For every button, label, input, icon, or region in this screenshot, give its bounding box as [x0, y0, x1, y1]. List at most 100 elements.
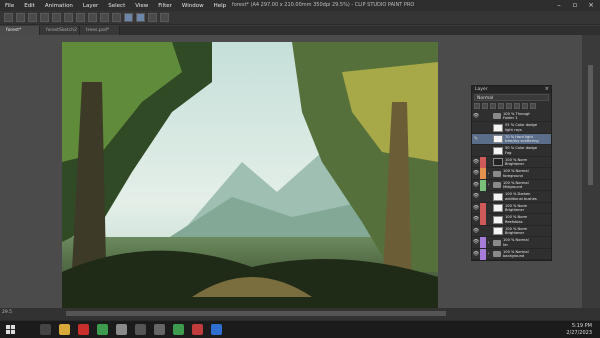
zoom-value[interactable]: 29.5	[2, 310, 12, 315]
visibility-eye-icon[interactable]: 👁	[472, 111, 480, 122]
menu-window[interactable]: Window	[177, 3, 209, 9]
lock-icon[interactable]	[498, 103, 504, 109]
clear-icon[interactable]	[64, 13, 73, 22]
layer-color-tag	[480, 122, 486, 133]
visibility-eye-icon[interactable]: 👁	[472, 237, 480, 248]
menu-file[interactable]: File	[0, 3, 19, 9]
fill-icon[interactable]	[76, 13, 85, 22]
layer-name: Folder 1	[503, 116, 518, 120]
redo-icon[interactable]	[52, 13, 61, 22]
tab-forest[interactable]: forest*	[0, 26, 40, 35]
clock-icon[interactable]	[154, 324, 165, 335]
clip-layer-icon[interactable]	[482, 103, 488, 109]
file-explorer-icon[interactable]	[59, 324, 70, 335]
layer-color-tag	[480, 111, 486, 122]
layer-row[interactable]: 👁 100 % Darken additional bushes	[472, 192, 551, 203]
visibility-eye-icon[interactable]	[472, 122, 480, 133]
new-folder-icon[interactable]	[522, 103, 528, 109]
visibility-eye-icon[interactable]: 👁	[472, 180, 480, 191]
expand-chevron-icon[interactable]: ›	[486, 240, 491, 246]
layer-row[interactable]: ✎ 70 % Hard light tree/sky scattering	[472, 134, 551, 145]
layer-row[interactable]: 👁 100 % Norm Brightener	[472, 202, 551, 214]
visibility-eye-icon[interactable]: 👁	[472, 168, 480, 179]
layer-row[interactable]: 👁 100 % Norm Reefxbias	[472, 214, 551, 226]
task-view-icon[interactable]	[40, 324, 51, 335]
maximize-button[interactable]: ▫	[570, 1, 580, 9]
layer-label: 100 % Normal far	[503, 238, 529, 246]
layer-row[interactable]: 👁 › 100 % Normal foreground	[472, 168, 551, 180]
layer-label: 100 % Norm Brightener	[505, 158, 527, 166]
system-clock[interactable]: 5:19 PM 2/27/2023	[566, 323, 592, 337]
delete-layer-icon[interactable]	[530, 103, 536, 109]
menu-animation[interactable]: Animation	[40, 3, 78, 9]
tab-forest-sketch[interactable]: forestSketch2	[40, 26, 80, 35]
horizontal-scroll-thumb[interactable]	[66, 311, 446, 316]
acrobat-icon[interactable]	[78, 324, 89, 335]
layer-menu-icon[interactable]	[474, 103, 480, 109]
vertical-scroll-thumb[interactable]	[588, 65, 593, 185]
menu-select[interactable]: Select	[103, 3, 130, 9]
layer-label: 100 % Norm Reefxbias	[505, 215, 527, 223]
tab-trees[interactable]: trees.psd*	[80, 26, 120, 35]
expand-chevron-icon[interactable]: ›	[486, 251, 491, 257]
layer-label: 55 % Color dodge light rays	[505, 123, 537, 131]
open-icon[interactable]	[16, 13, 25, 22]
layer-row[interactable]: 55 % Color dodge light rays	[472, 123, 551, 134]
chrome-icon[interactable]	[97, 324, 108, 335]
visibility-eye-icon[interactable]: 👁	[472, 157, 480, 168]
expand-chevron-icon[interactable]: ›	[486, 182, 491, 188]
transform-icon[interactable]	[88, 13, 97, 22]
layer-panel-header[interactable]: Layer ×	[472, 86, 551, 93]
red-app-icon[interactable]	[192, 324, 203, 335]
chrome-icon-2[interactable]	[173, 324, 184, 335]
expand-chevron-icon[interactable]: ›	[486, 171, 491, 177]
menu-layer[interactable]: Layer	[78, 3, 103, 9]
menu-help[interactable]: Help	[209, 3, 232, 9]
clip-studio-icon[interactable]	[116, 324, 127, 335]
layer-row[interactable]: 👁 › 100 % Normal Midground	[472, 179, 551, 191]
snap-special-icon[interactable]	[148, 13, 157, 22]
snap-grid-icon[interactable]	[136, 13, 145, 22]
new-icon[interactable]	[4, 13, 13, 22]
menu-edit[interactable]: Edit	[19, 3, 40, 9]
layer-row[interactable]: 👁 100 % Through Folder 1	[472, 111, 551, 122]
canvas-artwork[interactable]	[62, 42, 438, 308]
minimize-button[interactable]: –	[554, 1, 564, 9]
visibility-eye-icon[interactable]: 👁	[472, 226, 480, 237]
windows-start-icon[interactable]	[6, 325, 15, 334]
blend-mode-select[interactable]: Normal	[474, 94, 549, 101]
deselect-icon[interactable]	[100, 13, 109, 22]
camera-icon[interactable]	[135, 324, 146, 335]
layer-row[interactable]: 👁 › 100 % Normal far	[472, 237, 551, 249]
close-icon[interactable]: ×	[545, 86, 549, 93]
save-icon[interactable]	[28, 13, 37, 22]
edit-pen-icon[interactable]: ✎	[472, 134, 480, 145]
layer-row[interactable]: 👁 › 100 % Normal background	[472, 248, 551, 260]
new-layer-icon[interactable]	[514, 103, 520, 109]
layer-color-tag	[480, 202, 486, 214]
menu-view[interactable]: View	[130, 3, 153, 9]
menu-filter[interactable]: Filter	[153, 3, 177, 9]
visibility-eye-icon[interactable]: 👁	[472, 203, 480, 214]
visibility-eye-icon[interactable]: 👁	[472, 249, 480, 260]
layer-row[interactable]: 👁 100 % Norm Brightener	[472, 226, 551, 237]
mask-icon[interactable]	[506, 103, 512, 109]
snap-ruler-icon[interactable]	[124, 13, 133, 22]
crop-icon[interactable]	[112, 13, 121, 22]
layer-label: 50 % Color dodge Fog	[505, 146, 537, 154]
layer-row[interactable]: 50 % Color dodge Fog	[472, 146, 551, 157]
visibility-eye-icon[interactable]: 👁	[472, 191, 480, 202]
layer-color-tag	[480, 156, 486, 168]
close-button[interactable]: ×	[586, 1, 596, 9]
layer-thumbnail	[493, 158, 503, 166]
visibility-eye-icon[interactable]	[472, 145, 480, 156]
layer-row[interactable]: 👁 100 % Norm Brightener	[472, 156, 551, 168]
reference-layer-icon[interactable]	[490, 103, 496, 109]
horizontal-scrollbar[interactable]: 29.5	[0, 308, 600, 320]
visibility-eye-icon[interactable]: 👁	[472, 214, 480, 225]
vertical-scrollbar[interactable]	[582, 35, 600, 308]
settings-icon[interactable]	[160, 13, 169, 22]
layer-thumbnail	[493, 204, 503, 212]
blue-app-icon[interactable]	[211, 324, 222, 335]
undo-icon[interactable]	[40, 13, 49, 22]
